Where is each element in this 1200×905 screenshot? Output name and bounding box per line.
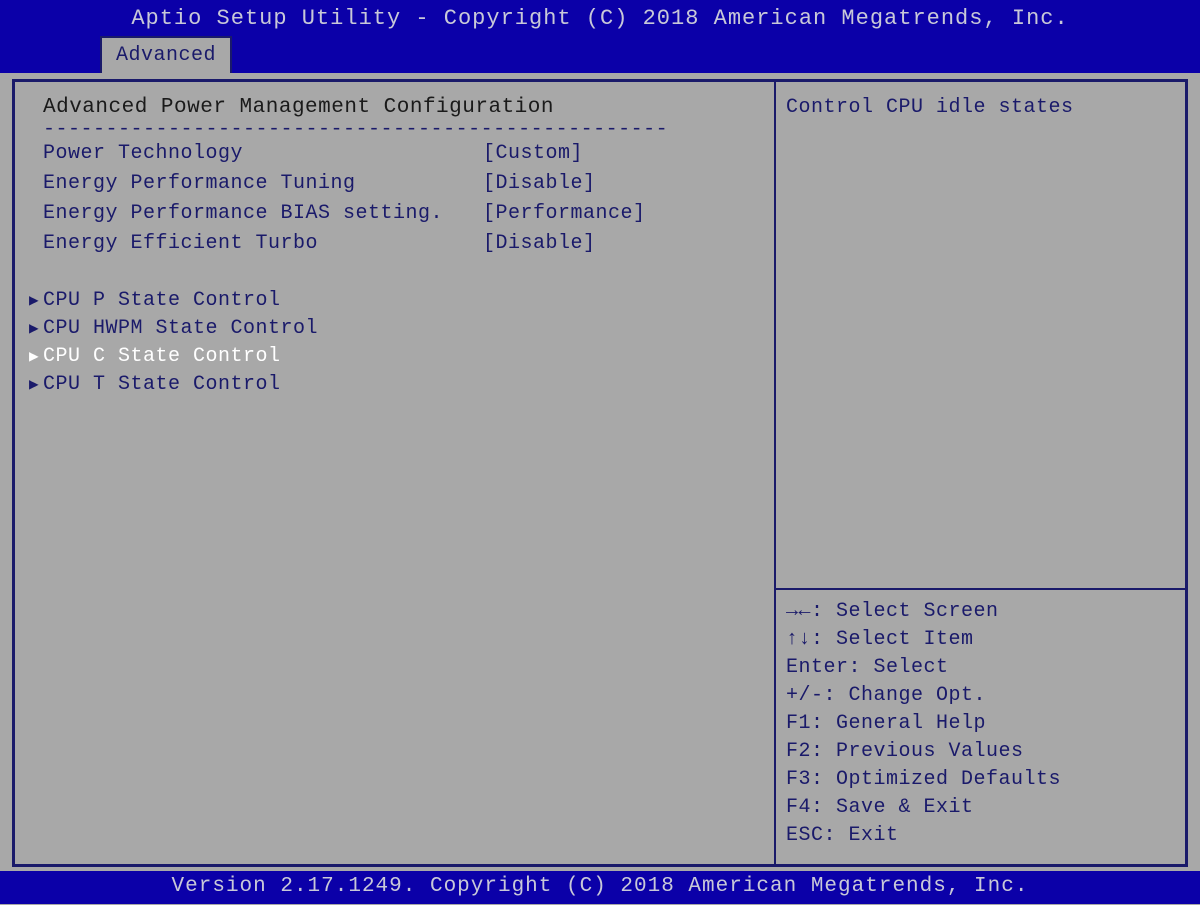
- tab-bar: Advanced: [0, 37, 1200, 73]
- keyhelp-save-exit: F4: Save & Exit: [786, 794, 1175, 822]
- setting-label: Power Technology: [43, 139, 483, 169]
- setting-value[interactable]: [Performance]: [483, 199, 646, 229]
- keyhelp-change-opt: +/-: Change Opt.: [786, 682, 1175, 710]
- keyhelp-general-help: F1: General Help: [786, 710, 1175, 738]
- submenu-cpu-c-state[interactable]: ▶ CPU C State Control: [29, 343, 766, 371]
- submenu-label: CPU HWPM State Control: [43, 315, 318, 343]
- setting-label: Energy Efficient Turbo: [43, 229, 483, 259]
- bios-titlebar: Aptio Setup Utility - Copyright (C) 2018…: [0, 0, 1200, 37]
- help-pane: Control CPU idle states →←: Select Scree…: [776, 79, 1188, 867]
- keyhelp-select: Enter: Select: [786, 654, 1175, 682]
- setting-label: Energy Performance BIAS setting.: [43, 199, 483, 229]
- item-help-text: Control CPU idle states: [786, 96, 1175, 584]
- submenu-cpu-t-state[interactable]: ▶ CPU T State Control: [29, 371, 766, 399]
- submenu-label: CPU C State Control: [43, 343, 281, 371]
- settings-pane: Advanced Power Management Configuration …: [12, 79, 776, 867]
- horizontal-divider: [776, 588, 1185, 590]
- submenu-cpu-p-state[interactable]: ▶ CPU P State Control: [29, 287, 766, 315]
- tab-advanced[interactable]: Advanced: [100, 36, 232, 73]
- main-area: Advanced Power Management Configuration …: [0, 73, 1200, 871]
- setting-value[interactable]: [Disable]: [483, 229, 596, 259]
- keyhelp-previous-values: F2: Previous Values: [786, 738, 1175, 766]
- keyhelp-optimized-defaults: F3: Optimized Defaults: [786, 766, 1175, 794]
- bios-footer: Version 2.17.1249. Copyright (C) 2018 Am…: [0, 871, 1200, 904]
- submenu-label: CPU P State Control: [43, 287, 281, 315]
- setting-energy-perf-bias[interactable]: Energy Performance BIAS setting. [Perfor…: [29, 199, 766, 229]
- chevron-right-icon: ▶: [29, 315, 43, 343]
- setting-energy-perf-tuning[interactable]: Energy Performance Tuning [Disable]: [29, 169, 766, 199]
- setting-energy-efficient-turbo[interactable]: Energy Efficient Turbo [Disable]: [29, 229, 766, 259]
- keyhelp-select-screen: →←: Select Screen: [786, 598, 1175, 626]
- setting-value[interactable]: [Disable]: [483, 169, 596, 199]
- chevron-right-icon: ▶: [29, 371, 43, 399]
- section-divider: ----------------------------------------…: [29, 123, 766, 137]
- submenu-cpu-hwpm-state[interactable]: ▶ CPU HWPM State Control: [29, 315, 766, 343]
- chevron-right-icon: ▶: [29, 287, 43, 315]
- setting-label: Energy Performance Tuning: [43, 169, 483, 199]
- section-title: Advanced Power Management Configuration: [29, 96, 766, 119]
- setting-power-technology[interactable]: Power Technology [Custom]: [29, 139, 766, 169]
- submenu-label: CPU T State Control: [43, 371, 281, 399]
- keyhelp-select-item: ↑↓: Select Item: [786, 626, 1175, 654]
- chevron-right-icon: ▶: [29, 343, 43, 371]
- setting-value[interactable]: [Custom]: [483, 139, 583, 169]
- key-help-block: →←: Select Screen ↑↓: Select Item Enter:…: [786, 598, 1175, 850]
- keyhelp-exit: ESC: Exit: [786, 822, 1175, 850]
- spacer: [29, 259, 766, 287]
